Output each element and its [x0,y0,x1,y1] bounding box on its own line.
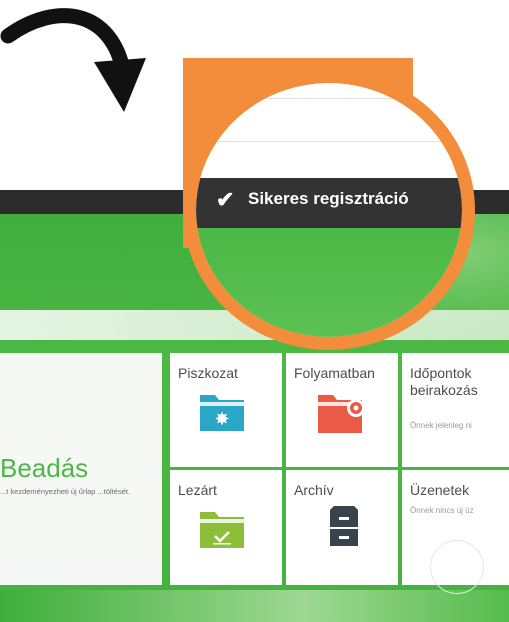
tile-closed[interactable]: Lezárt [170,470,282,585]
form-field-line [196,141,462,142]
tile-archive[interactable]: Archív [286,470,398,585]
svg-text:✸: ✸ [214,409,229,430]
decorative-circle [430,540,484,594]
folder-check-icon [200,512,244,548]
magnified-area: ✔ Sikeres regisztráció [196,83,462,337]
form-field-line [196,98,462,99]
submit-title: Beadás [0,453,89,483]
appointments-subtitle: Önnek jelenleg ni [410,421,472,430]
folder-star-icon: ✸ [200,395,244,431]
archive-cabinet-icon [330,506,358,546]
tile-appointments[interactable]: Időpontok beirakozás Önnek jelenleg ni [402,353,509,467]
messages-title: Üzenetek [410,482,470,498]
toast-message: Sikeres regisztráció [248,189,409,208]
tile-in-progress[interactable]: Folyamatban [286,353,398,467]
magnified-background [196,228,462,337]
footer-glow [0,590,509,622]
tile-in-progress-label: Folyamatban [294,365,375,381]
callout-magnifier: ✔ Sikeres regisztráció [183,70,475,350]
submit-description: ...t kezdeményezheti új űrlap ...töltésé… [0,487,131,496]
check-icon: ✔ [216,187,235,212]
tile-closed-label: Lezárt [178,482,217,498]
tile-archive-label: Archív [294,482,334,498]
curved-arrow-icon [0,8,146,112]
appointments-title-line2: beirakozás [410,382,478,398]
messages-subtitle: Önnek nincs új üz [410,506,474,515]
folder-gear-icon [318,395,365,433]
appointments-title-line1: Időpontok [410,365,472,381]
submit-tile[interactable]: Beadás ...t kezdeményezheti új űrlap ...… [0,353,162,585]
tile-draft[interactable]: Piszkozat ✸ [170,353,282,467]
tile-messages[interactable]: Üzenetek Önnek nincs új üz [402,470,509,594]
tile-draft-label: Piszkozat [178,365,238,381]
